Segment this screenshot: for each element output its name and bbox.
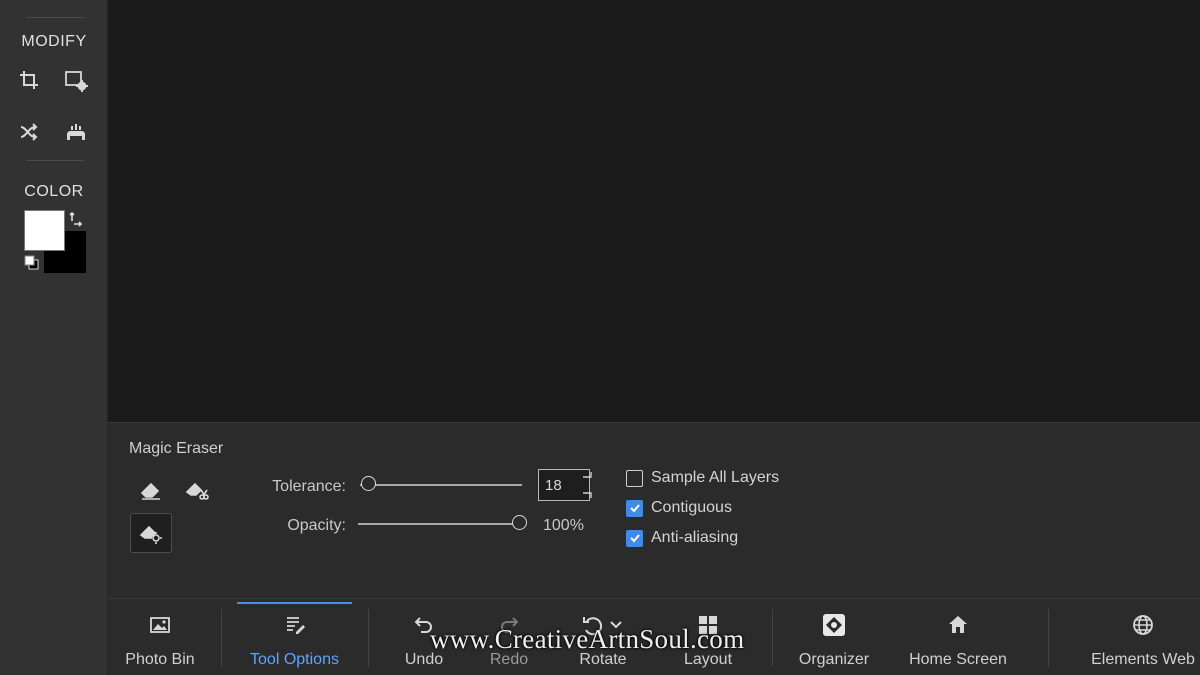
bottom-bar-label: Tool Options: [250, 651, 339, 668]
bottom-bar-label: Elements Web: [1091, 651, 1195, 668]
checkbox-label: Sample All Layers: [651, 469, 780, 486]
background-eraser-tool-button[interactable]: [176, 470, 218, 510]
checkmark-icon: [629, 504, 640, 513]
tolerance-slider-track[interactable]: [360, 484, 522, 486]
organizer-button[interactable]: Organizer: [790, 599, 878, 675]
rotate-icon: [583, 617, 622, 636]
bottom-bar-label: Redo: [489, 651, 529, 668]
bottom-bar-label: Layout: [683, 651, 733, 668]
layout-button[interactable]: Layout: [673, 599, 743, 675]
default-colors-icon[interactable]: [24, 255, 40, 271]
checkmark-icon: [629, 534, 640, 543]
undo-icon: [414, 617, 432, 633]
modify-label: MODIFY: [21, 33, 87, 50]
bottom-bar-label: Rotate: [579, 651, 627, 668]
opacity-label: Opacity:: [287, 517, 346, 534]
separator: [1048, 609, 1049, 667]
separator: [772, 609, 773, 667]
tool-name: Magic Eraser: [129, 440, 224, 457]
checkbox-box[interactable]: [626, 469, 643, 487]
bottom-bar-label: Photo Bin: [125, 651, 195, 668]
opacity-slider-knob[interactable]: [512, 515, 527, 530]
stepper-up-icon[interactable]: [582, 471, 592, 479]
separator: [221, 609, 222, 667]
bottom-bar-label: Organizer: [798, 651, 870, 668]
contiguous-checkbox[interactable]: Contiguous: [626, 499, 732, 517]
tolerance-label: Tolerance:: [272, 478, 346, 495]
canvas-area[interactable]: [108, 0, 1200, 422]
checkbox-label: Contiguous: [651, 499, 732, 516]
bottom-bar: Photo Bin Tool Options Undo Redo Rotate …: [108, 598, 1200, 675]
left-toolbar: MODIFY COLOR: [0, 0, 108, 675]
undo-button[interactable]: Undo: [390, 599, 458, 675]
crop-icon[interactable]: [16, 67, 44, 95]
photo-icon: [150, 617, 170, 633]
anti-aliasing-checkbox[interactable]: Anti-aliasing: [626, 529, 738, 547]
tolerance-slider-knob[interactable]: [361, 476, 376, 491]
checkbox-box[interactable]: [626, 499, 643, 517]
home-icon: [949, 616, 967, 633]
magic-eraser-tool-button[interactable]: [130, 513, 172, 553]
stepper-down-icon[interactable]: [582, 491, 592, 499]
redo-button[interactable]: Redo: [475, 599, 543, 675]
elements-web-button[interactable]: Elements Web: [1086, 599, 1200, 675]
separator: [368, 609, 369, 667]
checkbox-box[interactable]: [626, 529, 643, 547]
opacity-slider-track[interactable]: [358, 523, 513, 525]
photo-bin-button[interactable]: Photo Bin: [114, 599, 206, 675]
recompose-icon[interactable]: [62, 67, 90, 95]
organizer-icon: [823, 614, 845, 636]
globe-icon: [1133, 615, 1153, 635]
sample-all-layers-checkbox[interactable]: Sample All Layers: [626, 469, 779, 487]
redo-icon: [501, 617, 519, 633]
straighten-icon[interactable]: [62, 118, 90, 146]
checkbox-label: Anti-aliasing: [651, 529, 739, 546]
content-aware-move-icon[interactable]: [16, 118, 44, 146]
divider: [26, 160, 84, 161]
divider: [26, 17, 84, 18]
rotate-button[interactable]: Rotate: [563, 599, 643, 675]
tool-options-panel: Magic Eraser Tolerance: Opacity: 100% Sa…: [108, 422, 1200, 598]
tool-options-button[interactable]: Tool Options: [237, 599, 352, 675]
swap-colors-icon[interactable]: [68, 211, 84, 227]
color-label: COLOR: [24, 183, 84, 200]
opacity-value: 100%: [543, 517, 584, 534]
bottom-bar-label: Home Screen: [909, 651, 1007, 668]
layout-icon: [699, 616, 717, 634]
home-screen-button[interactable]: Home Screen: [900, 599, 1016, 675]
tool-options-icon: [286, 617, 305, 634]
eraser-tool-button[interactable]: [130, 470, 172, 510]
foreground-color-swatch[interactable]: [24, 210, 65, 251]
bottom-bar-label: Undo: [404, 651, 444, 668]
